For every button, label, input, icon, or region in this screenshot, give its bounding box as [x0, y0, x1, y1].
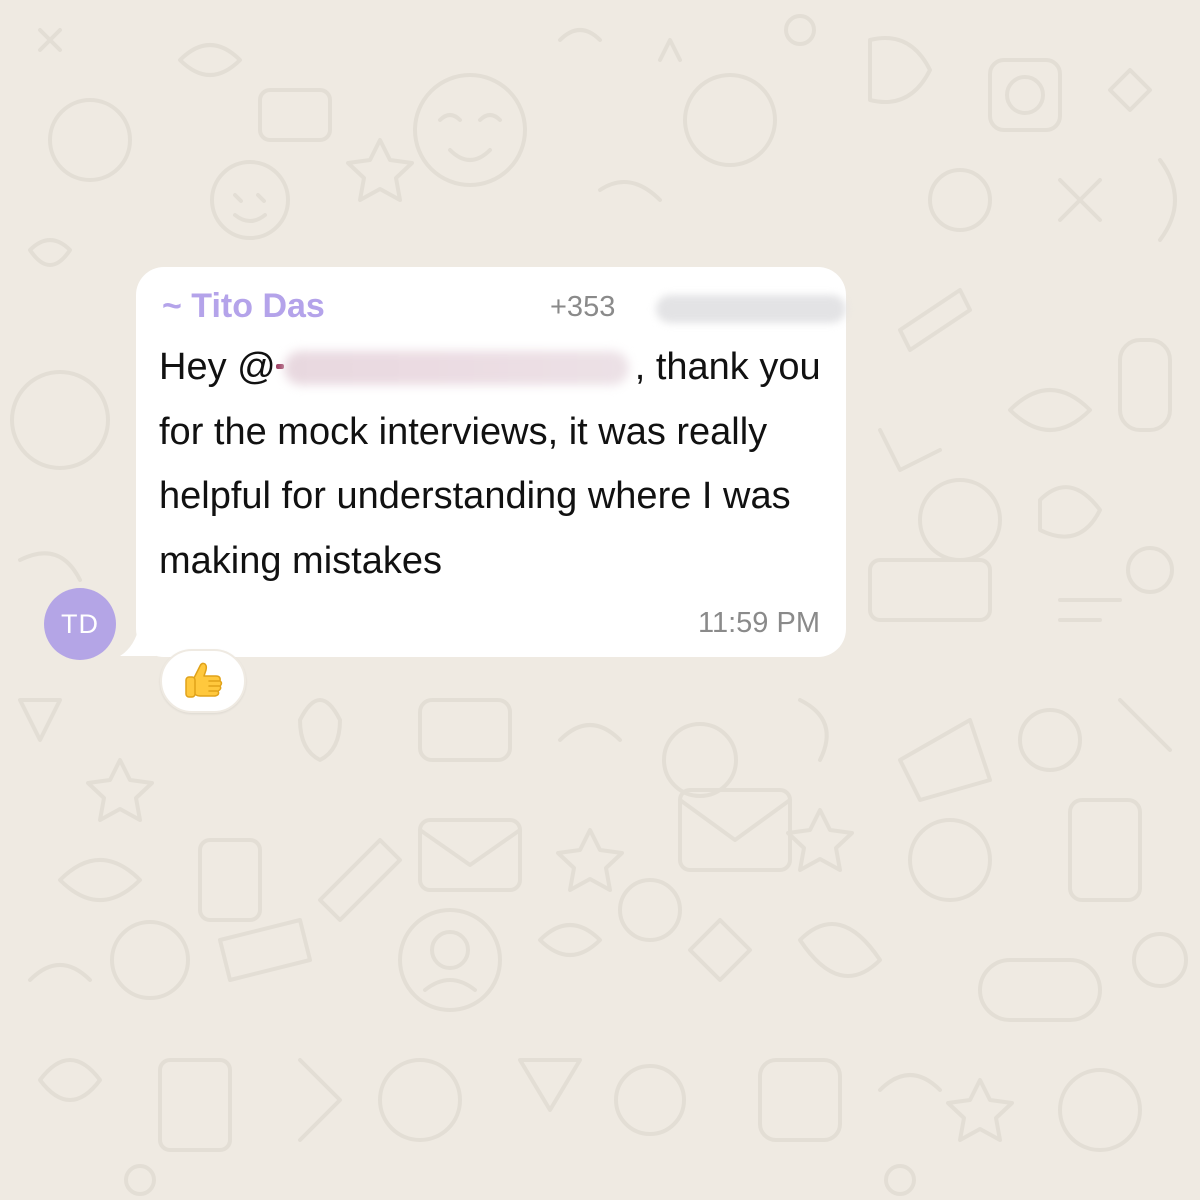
mention-prefix: Hey @	[159, 346, 276, 388]
redacted-phone-number	[656, 295, 846, 323]
message-timestamp: 11:59 PM	[698, 607, 820, 639]
sender-avatar[interactable]: TD	[44, 588, 116, 660]
sender-phone: +353	[550, 291, 616, 323]
thumbs-up-icon	[185, 662, 223, 698]
mention-marker	[275, 364, 284, 369]
message-bubble[interactable]: ~ Tito Das +353 Hey @, thank you for the…	[136, 267, 846, 657]
reaction-badge[interactable]	[160, 649, 246, 713]
avatar-initials: TD	[61, 608, 99, 639]
message-text: Hey @, thank you for the mock interviews…	[159, 335, 829, 593]
redacted-mention[interactable]	[283, 351, 629, 385]
sender-name[interactable]: ~ Tito Das	[162, 287, 325, 326]
sender-row: ~ Tito Das +353	[160, 287, 846, 327]
chat-background: TD ~ Tito Das +353 Hey @, thank you for …	[0, 0, 1200, 1200]
